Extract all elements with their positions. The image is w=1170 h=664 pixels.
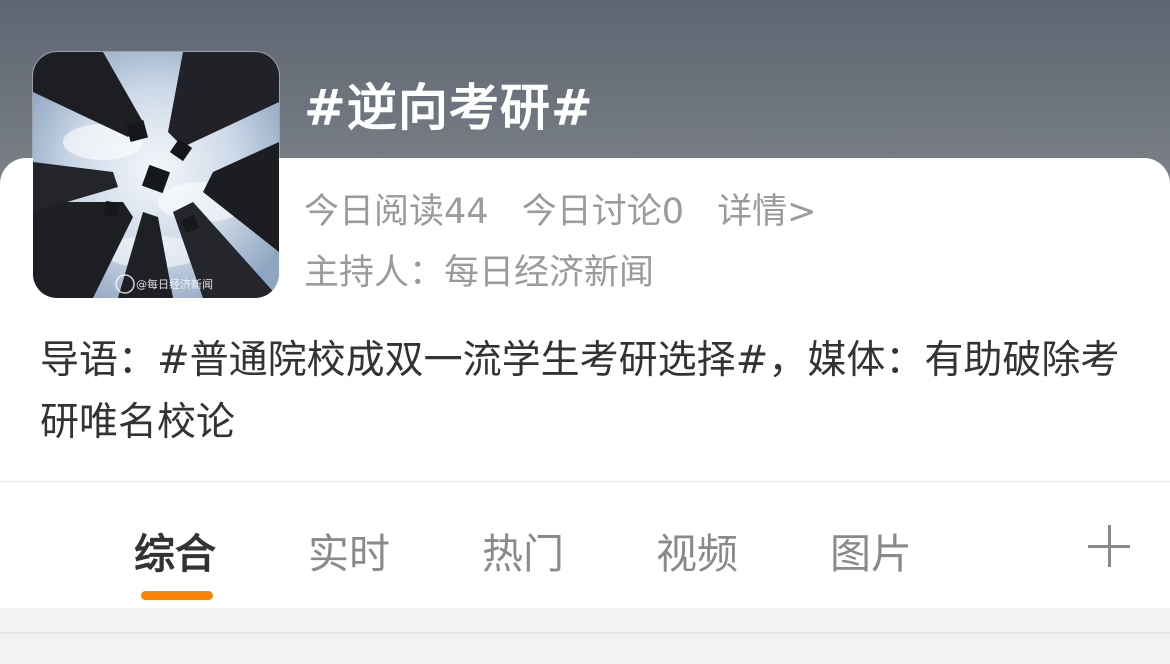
tab-hot[interactable]: 热门 bbox=[482, 520, 564, 580]
avatar-watermark: @每日经济新闻 bbox=[136, 277, 213, 291]
active-tab-indicator bbox=[141, 591, 213, 600]
reads-today-stat: 今日阅读44 bbox=[304, 192, 489, 232]
graduation-photo-image: @每日经济新闻 bbox=[33, 52, 279, 298]
topic-page: @每日经济新闻 #逆向考研# 今日阅读44 今日讨论0 详情> 主持人：每日经济… bbox=[0, 0, 1170, 664]
topic-intro: 导语：#普通院校成双一流学生考研选择#，媒体：有助破除考研唯名校论 bbox=[40, 338, 1120, 445]
bottom-strip bbox=[0, 608, 1170, 664]
discussions-today-stat: 今日讨论0 bbox=[521, 192, 684, 232]
topic-stats: 今日阅读44 今日讨论0 详情> bbox=[304, 183, 838, 234]
topic-host: 主持人：每日经济新闻 bbox=[304, 253, 655, 293]
tab-realtime[interactable]: 实时 bbox=[308, 520, 390, 580]
details-link[interactable]: 详情> bbox=[717, 192, 816, 232]
plus-icon[interactable] bbox=[1088, 525, 1130, 567]
tab-video[interactable]: 视频 bbox=[656, 520, 738, 580]
tab-comprehensive[interactable]: 综合 bbox=[134, 520, 216, 580]
bottom-divider bbox=[0, 632, 1170, 634]
feed-tabs: 综合 实时 热门 视频 图片 bbox=[0, 482, 1170, 607]
topic-title: #逆向考研# bbox=[304, 79, 594, 137]
tab-pictures[interactable]: 图片 bbox=[830, 520, 912, 580]
topic-avatar[interactable]: @每日经济新闻 bbox=[33, 52, 279, 298]
